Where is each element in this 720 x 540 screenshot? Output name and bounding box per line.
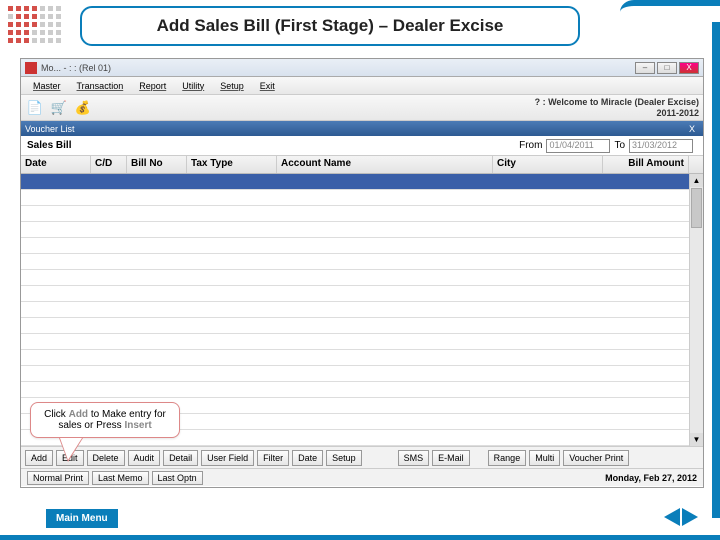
from-date-input[interactable]: 01/04/2011 (546, 139, 610, 153)
normal-print-button[interactable]: Normal Print (27, 471, 89, 485)
voucher-close-icon[interactable]: X (685, 124, 699, 134)
table-row[interactable] (21, 222, 689, 238)
menu-setup[interactable]: Setup (220, 81, 244, 91)
slide-title: Add Sales Bill (First Stage) – Dealer Ex… (80, 6, 580, 46)
delete-button[interactable]: Delete (87, 450, 125, 466)
toolbar: 📄 🛒 💰 ? : Welcome to Miracle (Dealer Exc… (21, 95, 703, 121)
table-row[interactable] (21, 382, 689, 398)
multi-button[interactable]: Multi (529, 450, 560, 466)
add-button[interactable]: Add (25, 450, 53, 466)
menu-transaction[interactable]: Transaction (77, 81, 124, 91)
from-label: From (519, 140, 542, 151)
table-row[interactable] (21, 238, 689, 254)
voucher-print-button[interactable]: Voucher Print (563, 450, 629, 466)
vertical-scrollbar[interactable]: ▲ ▼ (689, 174, 703, 446)
detail-button[interactable]: Detail (163, 450, 198, 466)
toolbar-bag-icon[interactable]: 💰 (73, 98, 93, 118)
next-arrow-icon[interactable] (682, 508, 698, 526)
menu-exit[interactable]: Exit (260, 81, 275, 91)
close-button[interactable]: X (679, 62, 699, 74)
slide-border-bottom (0, 535, 720, 540)
slide-border-top (620, 0, 720, 30)
last-optn-button[interactable]: Last Optn (152, 471, 203, 485)
col-city[interactable]: City (493, 156, 603, 173)
voucher-list-title: Voucher List (25, 124, 75, 134)
scroll-thumb[interactable] (691, 188, 702, 228)
menu-master[interactable]: Master (33, 81, 61, 91)
userfield-button[interactable]: User Field (201, 450, 254, 466)
welcome-line2: 2011-2012 (535, 108, 699, 119)
col-date[interactable]: Date (21, 156, 91, 173)
range-button[interactable]: Range (488, 450, 527, 466)
menu-bar: Master Transaction Report Utility Setup … (21, 77, 703, 95)
filter-label: Sales Bill (27, 140, 71, 151)
welcome-text: ? : Welcome to Miracle (Dealer Excise) 2… (535, 97, 699, 119)
col-cd[interactable]: C/D (91, 156, 127, 173)
table-row[interactable] (21, 334, 689, 350)
table-row[interactable] (21, 302, 689, 318)
date-button[interactable]: Date (292, 450, 323, 466)
table-row[interactable] (21, 318, 689, 334)
to-date-input[interactable]: 31/03/2012 (629, 139, 693, 153)
scroll-up-icon[interactable]: ▲ (690, 174, 703, 187)
window-title: Mo... - : : (Rel 01) (41, 63, 111, 73)
maximize-button[interactable]: □ (657, 62, 677, 74)
sms-button[interactable]: SMS (398, 450, 430, 466)
table-row[interactable] (21, 350, 689, 366)
scroll-down-icon[interactable]: ▼ (690, 433, 703, 446)
col-scroll-gutter (689, 156, 703, 173)
slide-border-right (712, 22, 720, 518)
callout-tail (60, 438, 82, 460)
callout-insert: Insert (124, 420, 151, 431)
col-account[interactable]: Account Name (277, 156, 493, 173)
toolbar-doc-icon[interactable]: 📄 (25, 98, 45, 118)
to-label: To (614, 140, 625, 151)
col-amount[interactable]: Bill Amount (603, 156, 689, 173)
col-tax[interactable]: Tax Type (187, 156, 277, 173)
column-headers: Date C/D Bill No Tax Type Account Name C… (21, 156, 703, 174)
window-titlebar: Mo... - : : (Rel 01) – □ X (21, 59, 703, 77)
filter-button[interactable]: Filter (257, 450, 289, 466)
table-row[interactable] (21, 254, 689, 270)
callout-add: Add (69, 409, 88, 420)
minimize-button[interactable]: – (635, 62, 655, 74)
col-billno[interactable]: Bill No (127, 156, 187, 173)
toolbar-cart-icon[interactable]: 🛒 (49, 98, 69, 118)
voucher-list-titlebar: Voucher List X (21, 121, 703, 136)
table-row[interactable] (21, 270, 689, 286)
filter-row: Sales Bill From 01/04/2011 To 31/03/2012 (21, 136, 703, 156)
audit-button[interactable]: Audit (128, 450, 161, 466)
main-menu-button[interactable]: Main Menu (46, 509, 118, 528)
menu-utility[interactable]: Utility (182, 81, 204, 91)
table-row[interactable] (21, 206, 689, 222)
prev-arrow-icon[interactable] (664, 508, 680, 526)
last-memo-button[interactable]: Last Memo (92, 471, 149, 485)
welcome-line1: ? : Welcome to Miracle (Dealer Excise) (535, 97, 699, 108)
table-row-selected[interactable] (21, 174, 689, 190)
menu-report[interactable]: Report (139, 81, 166, 91)
email-button[interactable]: E-Mail (432, 450, 470, 466)
setup-button[interactable]: Setup (326, 450, 362, 466)
table-row[interactable] (21, 190, 689, 206)
decorative-dot-grid (8, 6, 61, 43)
status-date: Monday, Feb 27, 2012 (605, 473, 697, 483)
action-button-row: Add Edit Delete Audit Detail User Field … (21, 446, 703, 468)
app-icon (25, 62, 37, 74)
slide-title-text: Add Sales Bill (First Stage) – Dealer Ex… (157, 16, 504, 36)
slide-nav (664, 508, 698, 526)
callout-tooltip: Click Add to Make entry for sales or Pre… (30, 402, 180, 438)
table-row[interactable] (21, 286, 689, 302)
callout-prefix: Click (44, 409, 68, 420)
status-bar: Normal Print Last Memo Last Optn Monday,… (21, 468, 703, 486)
table-row[interactable] (21, 366, 689, 382)
